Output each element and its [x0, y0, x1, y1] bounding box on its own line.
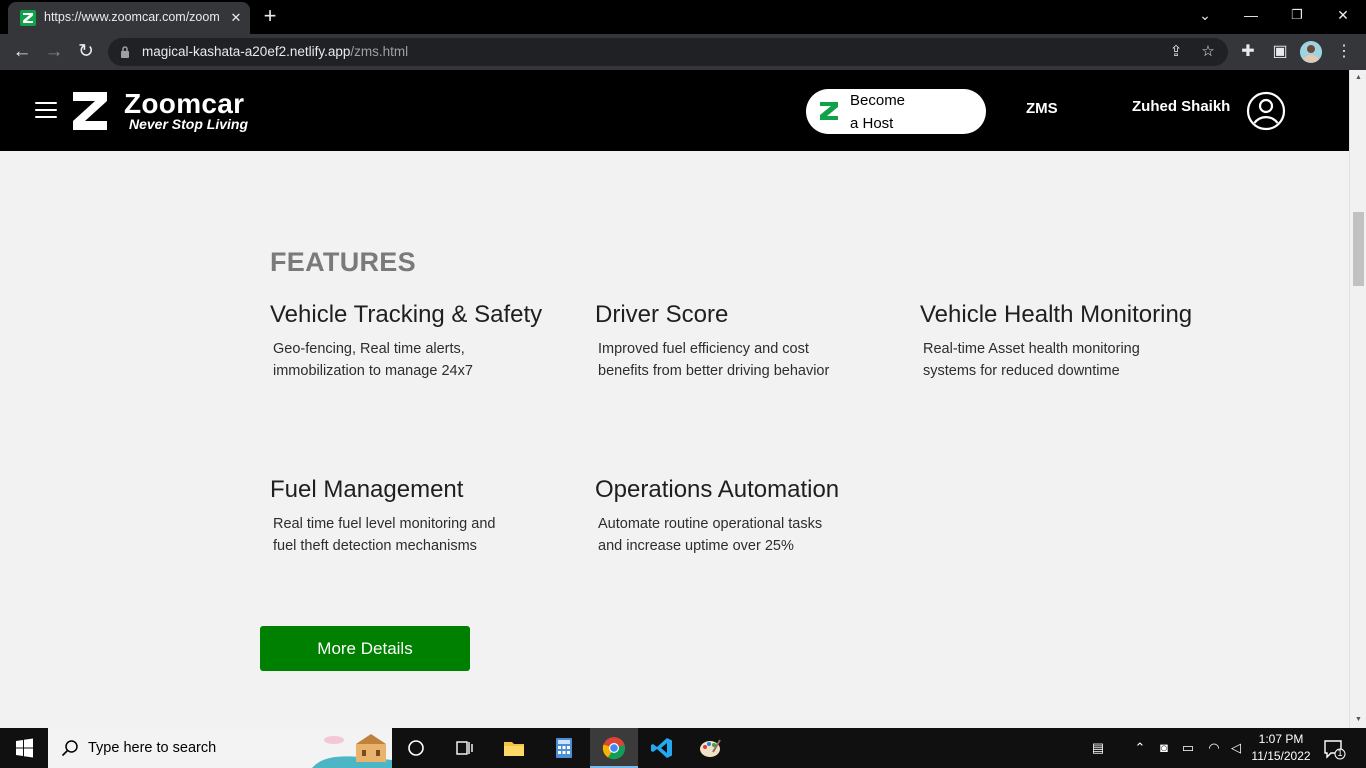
- feature-title: Vehicle Health Monitoring: [920, 301, 1193, 328]
- tab-search-chevron-icon[interactable]: ⌄: [1194, 4, 1216, 26]
- restore-icon[interactable]: ❐: [1286, 4, 1308, 26]
- user-account-icon[interactable]: [1246, 91, 1286, 131]
- back-arrow-icon[interactable]: ←: [10, 40, 34, 64]
- forward-arrow-icon[interactable]: →: [42, 40, 66, 64]
- zms-link[interactable]: ZMS: [1026, 100, 1058, 117]
- task-view-icon[interactable]: [392, 728, 440, 768]
- side-panel-icon[interactable]: ▣: [1268, 40, 1292, 64]
- feature-description: Automate routine operational tasks and i…: [598, 516, 823, 554]
- browser-menu-icon[interactable]: ⋮: [1332, 40, 1356, 64]
- feature-title: Operations Automation: [595, 476, 840, 503]
- close-window-icon[interactable]: ✕: [1332, 4, 1354, 26]
- feature-card: Operations Automation Automate routine o…: [595, 476, 915, 557]
- site-header: Zoomcar Never Stop Living Become a Host …: [0, 70, 1349, 151]
- feature-description: Geo-fencing, Real time alerts, immobiliz…: [273, 341, 473, 379]
- brand-tagline: Never Stop Living: [129, 116, 249, 132]
- avatar-icon: [1300, 41, 1322, 63]
- volume-icon[interactable]: ◁: [1226, 738, 1246, 758]
- close-tab-icon[interactable]: ✕: [228, 10, 244, 26]
- scroll-up-arrow-icon[interactable]: ▲: [1354, 73, 1363, 82]
- extensions-puzzle-icon[interactable]: ✚: [1236, 40, 1260, 64]
- become-host-label: Become a Host: [850, 92, 906, 132]
- page-scrollbar[interactable]: ▲ ▼: [1349, 70, 1366, 728]
- feature-card: Driver Score Improved fuel efficiency an…: [595, 301, 915, 382]
- scroll-down-arrow-icon[interactable]: ▼: [1354, 715, 1363, 724]
- zoomcar-favicon-icon: [20, 10, 36, 26]
- search-highlight-illustration-icon: [312, 734, 392, 768]
- search-placeholder: Type here to search: [88, 740, 217, 756]
- battery-icon[interactable]: ▭: [1178, 738, 1198, 758]
- chrome-taskbar-icon[interactable]: [590, 728, 638, 768]
- tab-title: https://www.zoomcar.com/zoom: [44, 10, 220, 24]
- taskbar-search-box[interactable]: Type here to search: [48, 728, 392, 768]
- taskbar-news-icon[interactable]: ▤: [1086, 738, 1110, 758]
- file-explorer-icon[interactable]: [490, 728, 538, 768]
- windows-start-icon[interactable]: [0, 728, 48, 768]
- features-heading: FEATURES: [270, 247, 416, 277]
- bookmark-star-icon[interactable]: ☆: [1198, 42, 1218, 62]
- profile-avatar[interactable]: [1300, 41, 1322, 63]
- feature-card: Vehicle Tracking & Safety Geo-fencing, R…: [270, 301, 590, 382]
- zoomcar-green-logo-icon: [820, 102, 838, 120]
- paint-icon[interactable]: [686, 728, 734, 768]
- feature-card: Vehicle Health Monitoring Real-time Asse…: [920, 301, 1240, 382]
- lock-icon: [121, 46, 129, 58]
- scrollbar-thumb[interactable]: [1353, 212, 1364, 286]
- zoomcar-logo-icon[interactable]: [69, 90, 111, 132]
- feature-card: Fuel Management Real time fuel level mon…: [270, 476, 590, 557]
- feature-title: Driver Score: [595, 301, 729, 328]
- feature-title: Fuel Management: [270, 476, 464, 503]
- become-host-button[interactable]: Become a Host: [806, 89, 986, 134]
- vscode-icon[interactable]: [638, 728, 686, 768]
- taskbar-clock[interactable]: 1:07 PM 11/15/2022: [1248, 731, 1314, 765]
- address-bar[interactable]: magical-kashata-a20ef2.netlify.app/zms.h…: [108, 38, 1228, 66]
- show-hidden-icons-chevron-icon[interactable]: ⌃: [1130, 738, 1150, 758]
- reload-icon[interactable]: ↻: [74, 40, 98, 64]
- url-text: magical-kashata-a20ef2.netlify.app/zms.h…: [142, 44, 409, 59]
- new-tab-icon[interactable]: +: [258, 5, 282, 28]
- notification-center-icon[interactable]: 1: [1322, 738, 1346, 760]
- feature-description: Real-time Asset health monitoring system…: [923, 341, 1140, 379]
- windows-taskbar: Type here to search ▤ ⌃ ◙ ▭ ◠ ◁ 1:07 PM …: [0, 728, 1366, 768]
- clock-date: 11/15/2022: [1251, 749, 1311, 763]
- clock-time: 1:07 PM: [1258, 732, 1304, 746]
- feature-title: Vehicle Tracking & Safety: [270, 301, 543, 328]
- timeline-icon[interactable]: [440, 728, 488, 768]
- hamburger-menu-icon[interactable]: [35, 102, 57, 118]
- calculator-icon[interactable]: [540, 728, 588, 768]
- share-icon[interactable]: ⇪: [1166, 42, 1186, 62]
- feature-description: Improved fuel efficiency and cost benefi…: [598, 341, 830, 379]
- user-name[interactable]: Zuhed Shaikh: [1132, 98, 1230, 115]
- wifi-icon[interactable]: ◠: [1204, 738, 1224, 758]
- browser-tab-strip: https://www.zoomcar.com/zoom ✕ + ⌄ — ❐ ✕: [0, 0, 1366, 34]
- notification-count: 1: [1337, 748, 1343, 758]
- search-icon: [61, 740, 78, 757]
- feature-description: Real time fuel level monitoring and fuel…: [273, 516, 496, 554]
- meet-now-icon[interactable]: ◙: [1154, 738, 1174, 758]
- browser-tab-active[interactable]: https://www.zoomcar.com/zoom ✕: [8, 2, 250, 34]
- browser-toolbar: ← → ↻ magical-kashata-a20ef2.netlify.app…: [0, 34, 1366, 70]
- page-viewport: Zoomcar Never Stop Living Become a Host …: [0, 70, 1349, 728]
- more-details-button[interactable]: More Details: [260, 626, 470, 671]
- minimize-icon[interactable]: —: [1240, 4, 1262, 26]
